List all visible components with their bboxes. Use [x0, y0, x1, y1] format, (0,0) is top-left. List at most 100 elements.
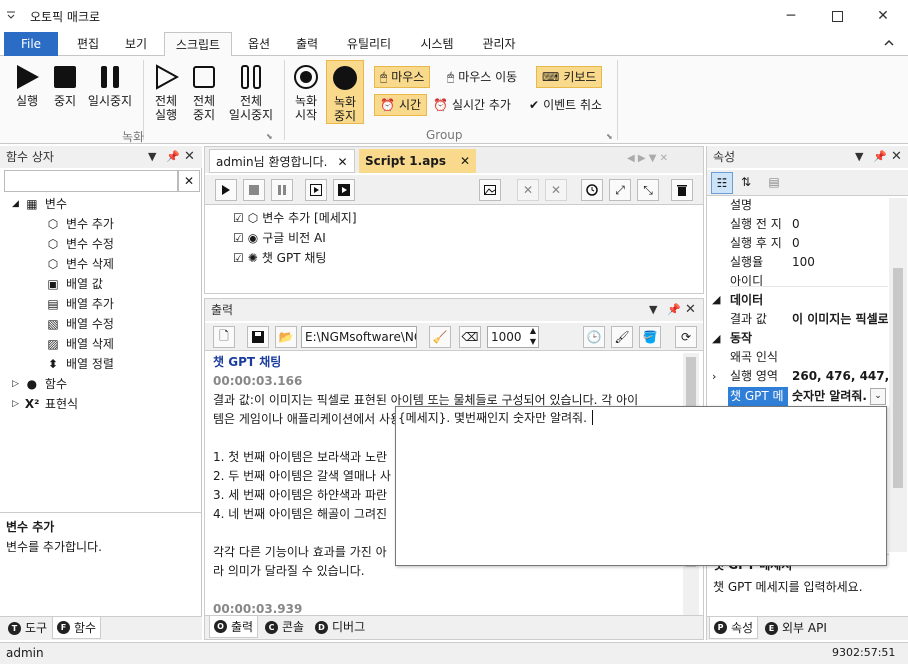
- record-start-button[interactable]: 녹화 시작: [288, 64, 324, 122]
- tab-edit[interactable]: 편집: [64, 32, 112, 56]
- timer-icon[interactable]: [581, 179, 603, 201]
- stop-all-button[interactable]: 전체 중지: [186, 64, 222, 122]
- script-item[interactable]: ☑ ⬡ 변수 추가 [메세지]: [233, 209, 357, 226]
- gpt-dropdown-icon[interactable]: ⌄: [870, 388, 886, 405]
- pin-icon[interactable]: 📌: [166, 150, 180, 163]
- tree-item[interactable]: ⬡ 변수 수정: [46, 234, 114, 254]
- ribbon-collapse-icon[interactable]: [884, 38, 894, 48]
- dropdown-icon[interactable]: ▼: [148, 150, 156, 163]
- fill-icon[interactable]: 🪣: [639, 326, 661, 348]
- props-scrollbar[interactable]: [889, 198, 907, 552]
- maximize-icon[interactable]: [814, 0, 860, 32]
- prop-value[interactable]: 100: [792, 253, 815, 272]
- message-editor-popup[interactable]: {메세지}. 몇번째인지 숫자만 알려줘.: [395, 406, 887, 566]
- expand-icon[interactable]: ⤢: [609, 179, 631, 201]
- run-script-icon[interactable]: [215, 179, 237, 201]
- group-launcher-icon-2[interactable]: ⬊: [606, 132, 613, 141]
- delete-all-disabled-icon[interactable]: ✕: [545, 179, 567, 201]
- refresh-icon[interactable]: ⟳: [675, 326, 697, 348]
- script-item[interactable]: ☑ ✺ 챗 GPT 채팅: [233, 249, 326, 266]
- categorized-icon[interactable]: ☷: [711, 172, 733, 194]
- clear-search-icon[interactable]: ✕: [178, 170, 200, 192]
- tree-item[interactable]: ⬡ 변수 추가: [46, 214, 114, 234]
- expander-icon[interactable]: ◢: [12, 194, 19, 214]
- external-api-tab[interactable]: E 외부 API: [761, 617, 831, 639]
- time-toggle[interactable]: ⏰ 시간: [374, 94, 428, 116]
- brush-icon[interactable]: 🖌: [611, 326, 633, 348]
- save-icon[interactable]: [247, 326, 269, 348]
- record-stop-button[interactable]: 녹화 중지: [326, 60, 364, 124]
- prop-value[interactable]: 0: [792, 234, 800, 253]
- new-file-icon[interactable]: 🗋: [213, 326, 235, 348]
- collapse-icon[interactable]: ⤡: [637, 179, 659, 201]
- tools-tab[interactable]: T 도구: [4, 617, 51, 639]
- tab-admin[interactable]: 관리자: [472, 32, 526, 56]
- pause-all-button[interactable]: 전체 일시중지: [224, 64, 278, 122]
- script-item[interactable]: ☑ ◉ 구글 비전 AI: [233, 229, 326, 246]
- tab-script1[interactable]: Script 1.aps ✕: [359, 149, 477, 173]
- path-input[interactable]: E:\NGMsoftware\NG: [301, 326, 417, 348]
- close-tab-icon-2[interactable]: ✕: [460, 149, 470, 173]
- tab-output[interactable]: 출력: [286, 32, 328, 56]
- pause-button[interactable]: 일시중지: [84, 64, 136, 108]
- prop-value[interactable]: 0: [792, 215, 800, 234]
- realtime-add-button[interactable]: ⏰ 실시간 추가: [428, 94, 516, 116]
- properties-tab[interactable]: P 속성: [709, 617, 759, 639]
- props-pin-icon[interactable]: 📌: [873, 150, 887, 163]
- tree-item[interactable]: ⬡ 변수 삭제: [46, 254, 114, 274]
- tab-nav-icons[interactable]: ◀ ▶ ▼ ✕: [627, 153, 668, 164]
- category-data[interactable]: 데이터: [730, 291, 763, 310]
- props-dropdown-icon[interactable]: ▼: [855, 150, 863, 163]
- output-pin-icon[interactable]: 📌: [667, 303, 681, 316]
- property-pages-icon[interactable]: ▤: [763, 172, 785, 194]
- output-dropdown-icon[interactable]: ▼: [649, 303, 657, 316]
- function-search-input[interactable]: [4, 170, 178, 192]
- tree-item[interactable]: ▨ 배열 삭제: [46, 334, 114, 354]
- event-cancel-button[interactable]: ✔ 이벤트 취소: [524, 94, 607, 116]
- run-all-button[interactable]: 전체 실행: [148, 64, 184, 122]
- run-button[interactable]: 실행: [8, 64, 46, 108]
- props-close-icon[interactable]: ✕: [891, 149, 902, 164]
- file-tab[interactable]: File: [4, 32, 58, 56]
- close-icon[interactable]: ✕: [860, 0, 906, 32]
- tree-item[interactable]: ▣ 배열 값: [46, 274, 103, 294]
- checkbox-icon[interactable]: ☑: [233, 251, 244, 265]
- keyboard-toggle[interactable]: ⌨ 키보드: [536, 66, 603, 88]
- mouse-move-toggle[interactable]: 🖱 마우스 이동: [442, 66, 522, 88]
- prop-region-value[interactable]: 260, 476, 447, 11: [792, 367, 888, 386]
- clock-icon-2[interactable]: 🕒: [583, 326, 605, 348]
- tab-view[interactable]: 보기: [112, 32, 160, 56]
- tree-item[interactable]: ⬍ 배열 정렬: [46, 354, 114, 374]
- tab-utility[interactable]: 유틸리티: [336, 32, 402, 56]
- tree-item[interactable]: ◢ ▦ 변수: [12, 194, 67, 214]
- step-icon[interactable]: [305, 179, 327, 201]
- expander-icon[interactable]: ▷: [12, 374, 19, 394]
- eraser-icon[interactable]: ⌫: [459, 326, 481, 348]
- output-tab[interactable]: O 출력: [209, 616, 259, 638]
- expand-region-icon[interactable]: ›: [712, 370, 716, 383]
- console-tab[interactable]: C 콘솔: [261, 616, 308, 638]
- tree-item[interactable]: ▷ X² 표현식: [12, 394, 78, 414]
- message-editor-text[interactable]: {메세지}. 몇번째인지 숫자만 알려줘.: [398, 409, 587, 426]
- delete-disabled-icon[interactable]: ✕: [517, 179, 539, 201]
- functions-tab[interactable]: F 함수: [52, 617, 102, 639]
- prop-result-value[interactable]: 이 이미지는 픽셀로: [792, 310, 888, 329]
- minimize-icon[interactable]: ─: [768, 0, 814, 32]
- checkbox-icon[interactable]: ☑: [233, 211, 244, 225]
- close-tab-icon[interactable]: ✕: [337, 150, 347, 172]
- image-icon[interactable]: [479, 179, 501, 201]
- tab-options[interactable]: 옵션: [238, 32, 280, 56]
- expander-icon[interactable]: ▷: [12, 394, 19, 414]
- checkbox-icon[interactable]: ☑: [233, 231, 244, 245]
- trash-icon[interactable]: [671, 179, 693, 201]
- stop-button[interactable]: 중지: [48, 64, 82, 108]
- step-over-icon[interactable]: [333, 179, 355, 201]
- tab-welcome[interactable]: admin님 환영합니다. ✕: [209, 149, 355, 173]
- tree-item[interactable]: ▧ 배열 수정: [46, 314, 114, 334]
- category-action[interactable]: 동작: [730, 329, 752, 348]
- close-panel-icon[interactable]: ✕: [184, 149, 195, 164]
- output-close-icon[interactable]: ✕: [685, 302, 696, 317]
- clean-icon[interactable]: 🧹: [429, 326, 451, 348]
- system-menu-icon[interactable]: [6, 10, 16, 20]
- sort-az-icon[interactable]: ⇅: [735, 172, 757, 194]
